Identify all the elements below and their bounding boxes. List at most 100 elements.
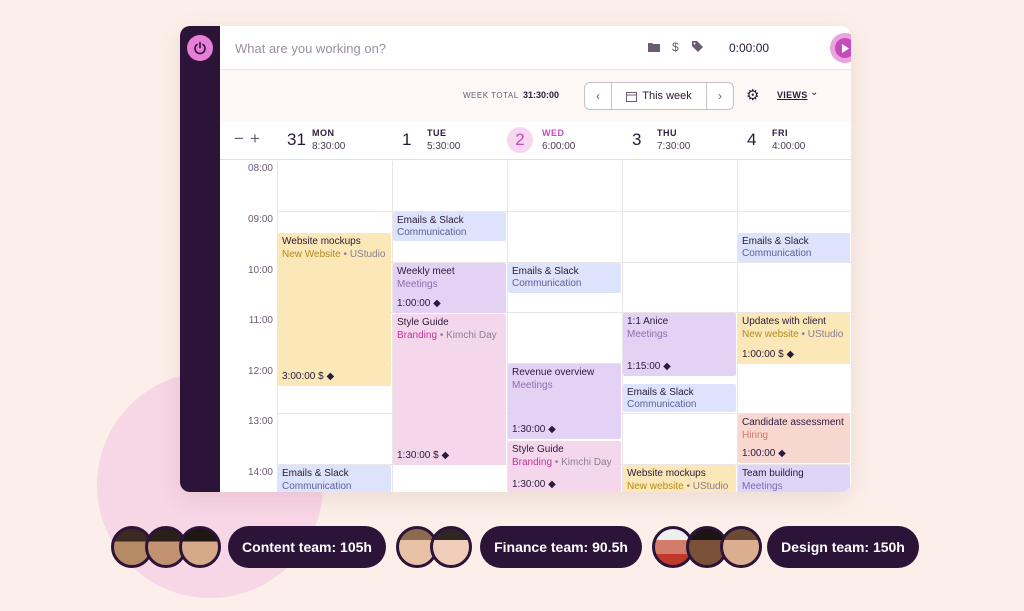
time-entry-team-building[interactable]: Team building Meetings	[738, 465, 850, 492]
entry-title: Weekly meet	[397, 266, 455, 277]
time-entry-emails-slack[interactable]: Emails & Slack Communication	[278, 465, 391, 492]
dollar-icon: $	[433, 450, 439, 461]
time-entry-website-mockups[interactable]: Website mockups New website • UStudio	[623, 465, 736, 492]
entry-duration: 1:15:00	[627, 361, 661, 372]
hour-label: 08:00	[247, 163, 273, 174]
prev-week-button[interactable]: ‹	[585, 83, 611, 109]
entry-title: Emails & Slack	[742, 236, 809, 247]
entry-title: Website mockups	[282, 236, 361, 247]
zoom-controls: −+	[234, 129, 266, 149]
time-entry-style-guide[interactable]: Style Guide Branding • Kimchi Day 1:30:0…	[393, 314, 506, 465]
entry-duration: 3:00:00	[282, 371, 316, 382]
power-icon[interactable]	[187, 35, 213, 61]
time-entry-emails-slack[interactable]: Emails & Slack Communication	[508, 263, 621, 293]
day-total: 4:00:00	[772, 141, 806, 152]
hour-label: 09:00	[247, 214, 273, 225]
day-total: 5:30:00	[427, 141, 461, 152]
entry-duration: 1:30:00	[512, 479, 546, 490]
time-entry-1-1-anice[interactable]: 1:1 Anice Meetings 1:15:00 ◆	[623, 313, 736, 376]
day-header-row: −+ 31 MON 8:30:00 1 TUE 5:30:00 2 WED 6:…	[220, 122, 851, 160]
day-total: 8:30:00	[312, 141, 346, 152]
entry-project: Hiring	[742, 430, 769, 441]
hour-label: 12:00	[247, 366, 273, 377]
entry-duration: 1:30:00	[397, 450, 431, 461]
team-pill-content: Content team: 105h	[228, 526, 386, 568]
entry-client: UStudio	[807, 329, 844, 340]
entry-project: New website	[627, 481, 684, 492]
tag-icon: ◆	[433, 298, 441, 309]
entry-project: Meetings	[397, 279, 438, 290]
entry-title: Website mockups	[627, 468, 706, 479]
entry-project: Communication	[397, 227, 467, 238]
dollar-icon[interactable]: $	[672, 40, 679, 54]
entry-client: Kimchi Day	[446, 330, 497, 341]
entry-duration: 1:30:00	[512, 424, 546, 435]
day-header-mon[interactable]: 31 MON 8:30:00	[277, 122, 392, 160]
entry-title: Emails & Slack	[627, 387, 694, 398]
day-total: 6:00:00	[542, 141, 576, 152]
day-header-fri[interactable]: 4 FRI 4:00:00	[737, 122, 851, 160]
time-entry-emails-slack[interactable]: Emails & Slack Communication	[623, 384, 736, 412]
week-total-label: WEEK TOTAL	[463, 91, 519, 100]
entry-duration: 1:00:00	[742, 448, 776, 459]
folder-icon[interactable]	[648, 41, 660, 55]
entry-project: Meetings	[627, 329, 668, 340]
day-name: TUE	[427, 128, 447, 138]
time-entry-style-guide[interactable]: Style Guide Branding • Kimchi Day 1:30:0…	[508, 441, 621, 492]
time-entry-candidate-assessment[interactable]: Candidate assessment Hiring 1:00:00 ◆	[738, 414, 850, 463]
entry-project: New website	[742, 329, 799, 340]
day-number: 3	[632, 130, 642, 149]
entry-client: UStudio	[349, 249, 386, 260]
entry-project: Branding	[512, 457, 553, 468]
zoom-out-button[interactable]: −	[234, 129, 250, 148]
hour-label: 13:00	[247, 416, 273, 427]
day-number: 4	[747, 130, 757, 149]
day-name: FRI	[772, 128, 788, 138]
time-entry-updates-with-client[interactable]: Updates with client New website • UStudi…	[738, 313, 850, 364]
avatar	[430, 526, 472, 568]
tag-icon: ◆	[548, 479, 556, 490]
day-name: MON	[312, 128, 335, 138]
team-pill-design: Design team: 150h	[767, 526, 919, 568]
entry-title: Candidate assessment	[742, 417, 844, 428]
task-description-input[interactable]: What are you working on?	[235, 41, 386, 56]
entry-title: Style Guide	[397, 317, 449, 328]
week-picker-label: This week	[642, 90, 692, 102]
timer-display: 0:00:00	[729, 41, 770, 55]
day-header-wed[interactable]: 2 WED 6:00:00	[507, 122, 622, 160]
avatar	[179, 526, 221, 568]
time-entry-emails-slack[interactable]: Emails & Slack Communication	[738, 233, 850, 262]
gear-icon[interactable]: ⚙	[746, 86, 759, 104]
day-header-thu[interactable]: 3 THU 7:30:00	[622, 122, 737, 160]
time-entry-weekly-meet[interactable]: Weekly meet Meetings 1:00:00 ◆	[393, 263, 506, 313]
play-icon	[835, 38, 851, 58]
day-header-tue[interactable]: 1 TUE 5:30:00	[392, 122, 507, 160]
time-entry-emails-slack[interactable]: Emails & Slack Communication	[393, 212, 506, 241]
next-week-button[interactable]: ›	[707, 83, 733, 109]
entry-project: New Website	[282, 249, 341, 260]
time-entry-website-mockups[interactable]: Website mockups New Website • UStudio 3:…	[278, 233, 391, 386]
entry-title: Team building	[742, 468, 804, 479]
entry-client: Kimchi Day	[561, 457, 612, 468]
week-total-value: 31:30:00	[523, 90, 560, 100]
time-tracker-window: What are you working on? $ 0:00:00 WEEK …	[180, 26, 851, 492]
entry-title: Emails & Slack	[512, 266, 579, 277]
entry-duration: 1:00:00	[397, 298, 431, 309]
tag-icon: ◆	[548, 424, 556, 435]
chevron-down-icon[interactable]: ⌄	[810, 87, 818, 98]
views-dropdown[interactable]: VIEWS	[777, 90, 808, 100]
start-timer-button[interactable]	[830, 33, 851, 63]
entry-title: Emails & Slack	[397, 215, 464, 226]
chevron-left-icon: ‹	[596, 89, 600, 103]
zoom-in-button[interactable]: +	[250, 129, 266, 148]
entry-project: Meetings	[512, 380, 553, 391]
week-picker[interactable]: This week	[611, 83, 707, 109]
hour-label: 10:00	[247, 265, 273, 276]
day-number-today: 2	[507, 127, 533, 153]
time-entry-revenue-overview[interactable]: Revenue overview Meetings 1:30:00 ◆	[508, 364, 621, 439]
tag-icon[interactable]	[692, 41, 703, 55]
tag-icon: ◆	[441, 450, 450, 461]
tag-icon: ◆	[326, 371, 335, 382]
entry-client: UStudio	[692, 481, 729, 492]
chevron-right-icon: ›	[718, 89, 722, 103]
